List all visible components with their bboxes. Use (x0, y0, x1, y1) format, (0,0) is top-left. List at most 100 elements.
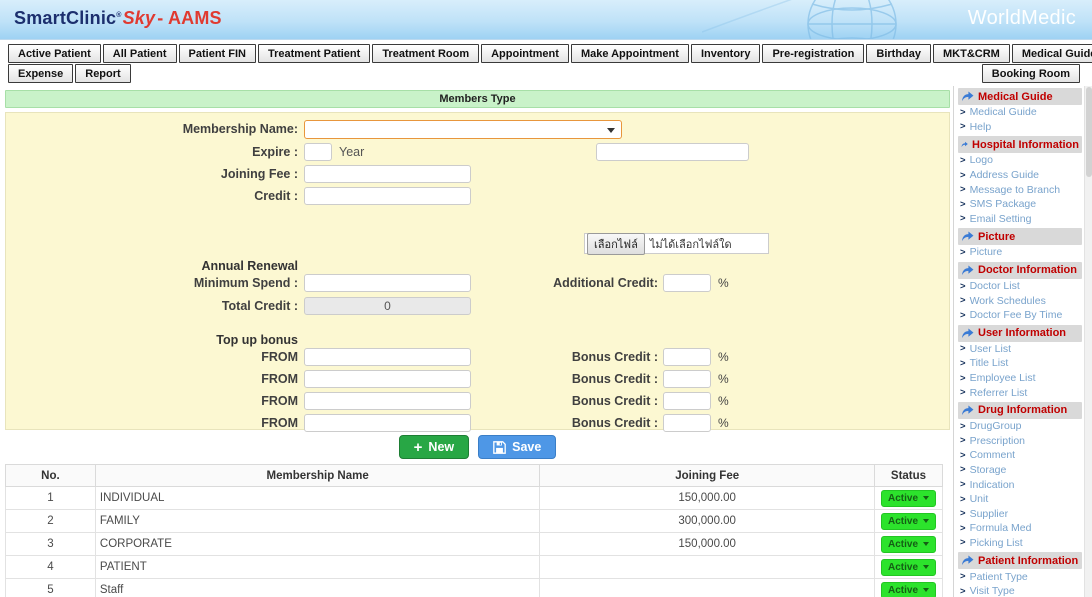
bonus-credit-input-1[interactable] (663, 348, 711, 366)
tab-expense[interactable]: Expense (8, 64, 73, 83)
sidebar-item-prescription[interactable]: >Prescription (958, 434, 1082, 449)
additional-credit-input[interactable] (663, 274, 711, 292)
sidebar-item-unit[interactable]: >Unit (958, 492, 1082, 507)
scrollbar[interactable] (1084, 86, 1092, 597)
chevron-right-icon: > (960, 170, 966, 181)
status-dropdown[interactable]: Active (881, 582, 936, 597)
sidebar-item-help[interactable]: >Help (958, 120, 1082, 135)
bonus-credit-percent-sign: % (718, 372, 729, 386)
tab-treatment-patient[interactable]: Treatment Patient (258, 44, 370, 63)
tab-report[interactable]: Report (75, 64, 130, 83)
sidebar-item-formula-med[interactable]: >Formula Med (958, 521, 1082, 536)
expire-input[interactable] (304, 143, 332, 161)
tab-appointment[interactable]: Appointment (481, 44, 569, 63)
table-row[interactable]: 2FAMILY300,000.00Active (6, 510, 943, 533)
tab-treatment-room[interactable]: Treatment Room (372, 44, 479, 63)
status-dropdown[interactable]: Active (881, 536, 936, 553)
from-input-1[interactable] (304, 348, 471, 366)
sidebar-item-medical-guide[interactable]: >Medical Guide (958, 105, 1082, 120)
status-dropdown[interactable]: Active (881, 513, 936, 530)
members-type-form: Membership Name: Expire : Year Joining F… (5, 112, 950, 430)
table-row[interactable]: 3CORPORATE150,000.00Active (6, 533, 943, 556)
sidebar-item-user-list[interactable]: >User List (958, 342, 1082, 357)
from-input-2[interactable] (304, 370, 471, 388)
tab-birthday[interactable]: Birthday (866, 44, 931, 63)
sidebar-section-hospital-information[interactable]: Hospital Information (958, 136, 1082, 153)
sidebar-item-visit-type[interactable]: >Visit Type (958, 584, 1082, 597)
sidebar-item-indication[interactable]: >Indication (958, 477, 1082, 492)
tab-active-patient[interactable]: Active Patient (8, 44, 101, 63)
sidebar-item-label: Help (970, 121, 992, 133)
total-credit-label: Total Credit : (6, 299, 304, 313)
tab-pre-registration[interactable]: Pre-registration (762, 44, 864, 63)
sidebar-item-title-list[interactable]: >Title List (958, 356, 1082, 371)
sidebar-section-patient-information[interactable]: Patient Information (958, 552, 1082, 569)
unlabeled-right-input[interactable] (596, 143, 749, 161)
form-actions: + New Save (5, 435, 950, 459)
chevron-right-icon: > (960, 494, 966, 505)
sidebar-item-comment[interactable]: >Comment (958, 448, 1082, 463)
table-row[interactable]: 1INDIVIDUAL150,000.00Active (6, 487, 943, 510)
table-header-joining-fee: Joining Fee (540, 465, 875, 487)
table-row[interactable]: 4PATIENTActive (6, 556, 943, 579)
sidebar-item-doctor-list[interactable]: >Doctor List (958, 279, 1082, 294)
save-button[interactable]: Save (478, 435, 556, 459)
sidebar-item-storage[interactable]: >Storage (958, 463, 1082, 478)
tab-patient-fin[interactable]: Patient FIN (179, 44, 256, 63)
bonus-credit-input-4[interactable] (663, 414, 711, 432)
sidebar-item-logo[interactable]: > Logo (958, 153, 1082, 168)
sidebar-section-picture[interactable]: Picture (958, 228, 1082, 245)
status-label: Active (888, 493, 918, 504)
table-row[interactable]: 5StaffActive (6, 579, 943, 597)
bonus-credit-input-2[interactable] (663, 370, 711, 388)
sidebar-item-label: Picture (970, 246, 1003, 258)
tab-mkt-crm[interactable]: MKT&CRM (933, 44, 1010, 63)
sidebar-item-work-schedules[interactable]: >Work Schedules (958, 293, 1082, 308)
tab-all-patient[interactable]: All Patient (103, 44, 177, 63)
from-input-4[interactable] (304, 414, 471, 432)
cell-membership-name: FAMILY (95, 510, 539, 533)
sidebar-item-label: Logo (970, 154, 993, 166)
chevron-right-icon: > (960, 421, 966, 432)
sidebar-item-label: Doctor List (970, 280, 1020, 292)
minimum-spend-label: Minimum Spend : (6, 276, 304, 290)
status-dropdown[interactable]: Active (881, 490, 936, 507)
chevron-right-icon: > (960, 387, 966, 398)
tab-inventory[interactable]: Inventory (691, 44, 761, 63)
sidebar-section-title: Doctor Information (978, 264, 1077, 276)
sidebar-item-employee-list[interactable]: >Employee List (958, 371, 1082, 386)
bonus-credit-input-3[interactable] (663, 392, 711, 410)
scrollbar-thumb[interactable] (1086, 87, 1092, 177)
membership-name-select[interactable] (304, 120, 622, 139)
sidebar-item-doctor-fee-by-time[interactable]: >Doctor Fee By Time (958, 308, 1082, 323)
sidebar-item-label: Title List (970, 357, 1009, 369)
sidebar-section-user-information[interactable]: User Information (958, 325, 1082, 342)
sidebar-item-supplier[interactable]: >Supplier (958, 506, 1082, 521)
choose-file-button[interactable]: เลือกไฟล์ (587, 233, 645, 255)
from-input-3[interactable] (304, 392, 471, 410)
sidebar-item-picking-list[interactable]: >Picking List (958, 536, 1082, 551)
status-dropdown[interactable]: Active (881, 559, 936, 576)
tab-make-appointment[interactable]: Make Appointment (571, 44, 689, 63)
sidebar-item-message-to-branch[interactable]: >Message to Branch (958, 182, 1082, 197)
tab-group-row1-left: Active PatientAll PatientPatient FINTrea… (8, 44, 762, 63)
chevron-right-icon: > (960, 155, 966, 166)
sidebar-item-druggroup[interactable]: >DrugGroup (958, 419, 1082, 434)
sidebar-section-drug-information[interactable]: Drug Information (958, 402, 1082, 419)
sidebar-item-sms-package[interactable]: >SMS Package (958, 197, 1082, 212)
sidebar-section-medical-guide[interactable]: Medical Guide (958, 88, 1082, 105)
joining-fee-input[interactable] (304, 165, 471, 183)
sidebar-item-address-guide[interactable]: >Address Guide (958, 168, 1082, 183)
topup-row-2: FROMBonus Credit :% (6, 369, 949, 389)
sidebar-item-referrer-list[interactable]: >Referrer List (958, 385, 1082, 400)
chevron-right-icon: > (960, 373, 966, 384)
minimum-spend-input[interactable] (304, 274, 471, 292)
tab-medical-guide[interactable]: Medical Guide (1012, 44, 1092, 63)
sidebar-item-patient-type[interactable]: >Patient Type (958, 569, 1082, 584)
tab-booking-room[interactable]: Booking Room (982, 64, 1080, 83)
credit-input[interactable] (304, 187, 471, 205)
new-button[interactable]: + New (399, 435, 469, 459)
sidebar-item-email-setting[interactable]: >Email Setting (958, 212, 1082, 227)
sidebar-item-picture[interactable]: >Picture (958, 245, 1082, 260)
sidebar-section-doctor-information[interactable]: Doctor Information (958, 262, 1082, 279)
